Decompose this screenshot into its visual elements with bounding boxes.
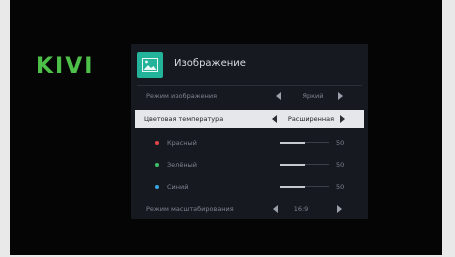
arrow-right-icon[interactable] (340, 115, 345, 123)
brand-logo: KIVI (36, 54, 95, 79)
menu-item-value: 16:9 (293, 205, 309, 213)
menu-item-blue[interactable]: Синий 50 (135, 178, 364, 196)
menu-item-value: Расширенная (287, 115, 335, 123)
slider-fill (280, 141, 305, 144)
slider-value: 50 (336, 161, 345, 169)
menu-item-zoom-mode[interactable]: Режим масштабирования 16:9 (135, 200, 364, 218)
green-slider[interactable] (280, 163, 329, 166)
settings-panel: Изображение Режим изображения Яркий Цвет… (131, 44, 368, 219)
arrow-right-icon[interactable] (337, 205, 342, 213)
menu-item-red[interactable]: Красный 50 (135, 134, 364, 152)
menu-item-label: Режим изображения (146, 92, 217, 100)
tv-screen: KIVI Изображение Режим изображения Яркий… (10, 0, 442, 255)
menu-item-label: Режим масштабирования (146, 205, 234, 213)
arrow-left-icon[interactable] (273, 205, 278, 213)
red-dot-icon (155, 141, 159, 145)
menu-item-green[interactable]: Зелёный 50 (135, 156, 364, 174)
menu-item-label: Красный (167, 139, 197, 147)
arrow-right-icon[interactable] (338, 92, 343, 100)
menu-item-picture-mode[interactable]: Режим изображения Яркий (135, 87, 364, 105)
green-dot-icon (155, 163, 159, 167)
panel-header: Изображение (131, 44, 368, 84)
slider-value: 50 (336, 183, 345, 191)
red-slider[interactable] (280, 141, 329, 144)
picture-icon (137, 52, 163, 78)
menu-item-value: Яркий (302, 92, 324, 100)
arrow-left-icon[interactable] (272, 115, 277, 123)
blue-dot-icon (155, 185, 159, 189)
menu-item-label: Синий (167, 183, 189, 191)
page-title: Изображение (174, 58, 246, 69)
menu-item-color-temperature[interactable]: Цветовая температура Расширенная (135, 110, 364, 128)
menu-item-label: Цветовая температура (144, 115, 224, 123)
arrow-left-icon[interactable] (276, 92, 281, 100)
slider-value: 50 (336, 139, 345, 147)
divider (137, 85, 362, 86)
slider-fill (280, 163, 305, 166)
menu-item-label: Зелёный (167, 161, 197, 169)
blue-slider[interactable] (280, 185, 329, 188)
slider-fill (280, 185, 305, 188)
